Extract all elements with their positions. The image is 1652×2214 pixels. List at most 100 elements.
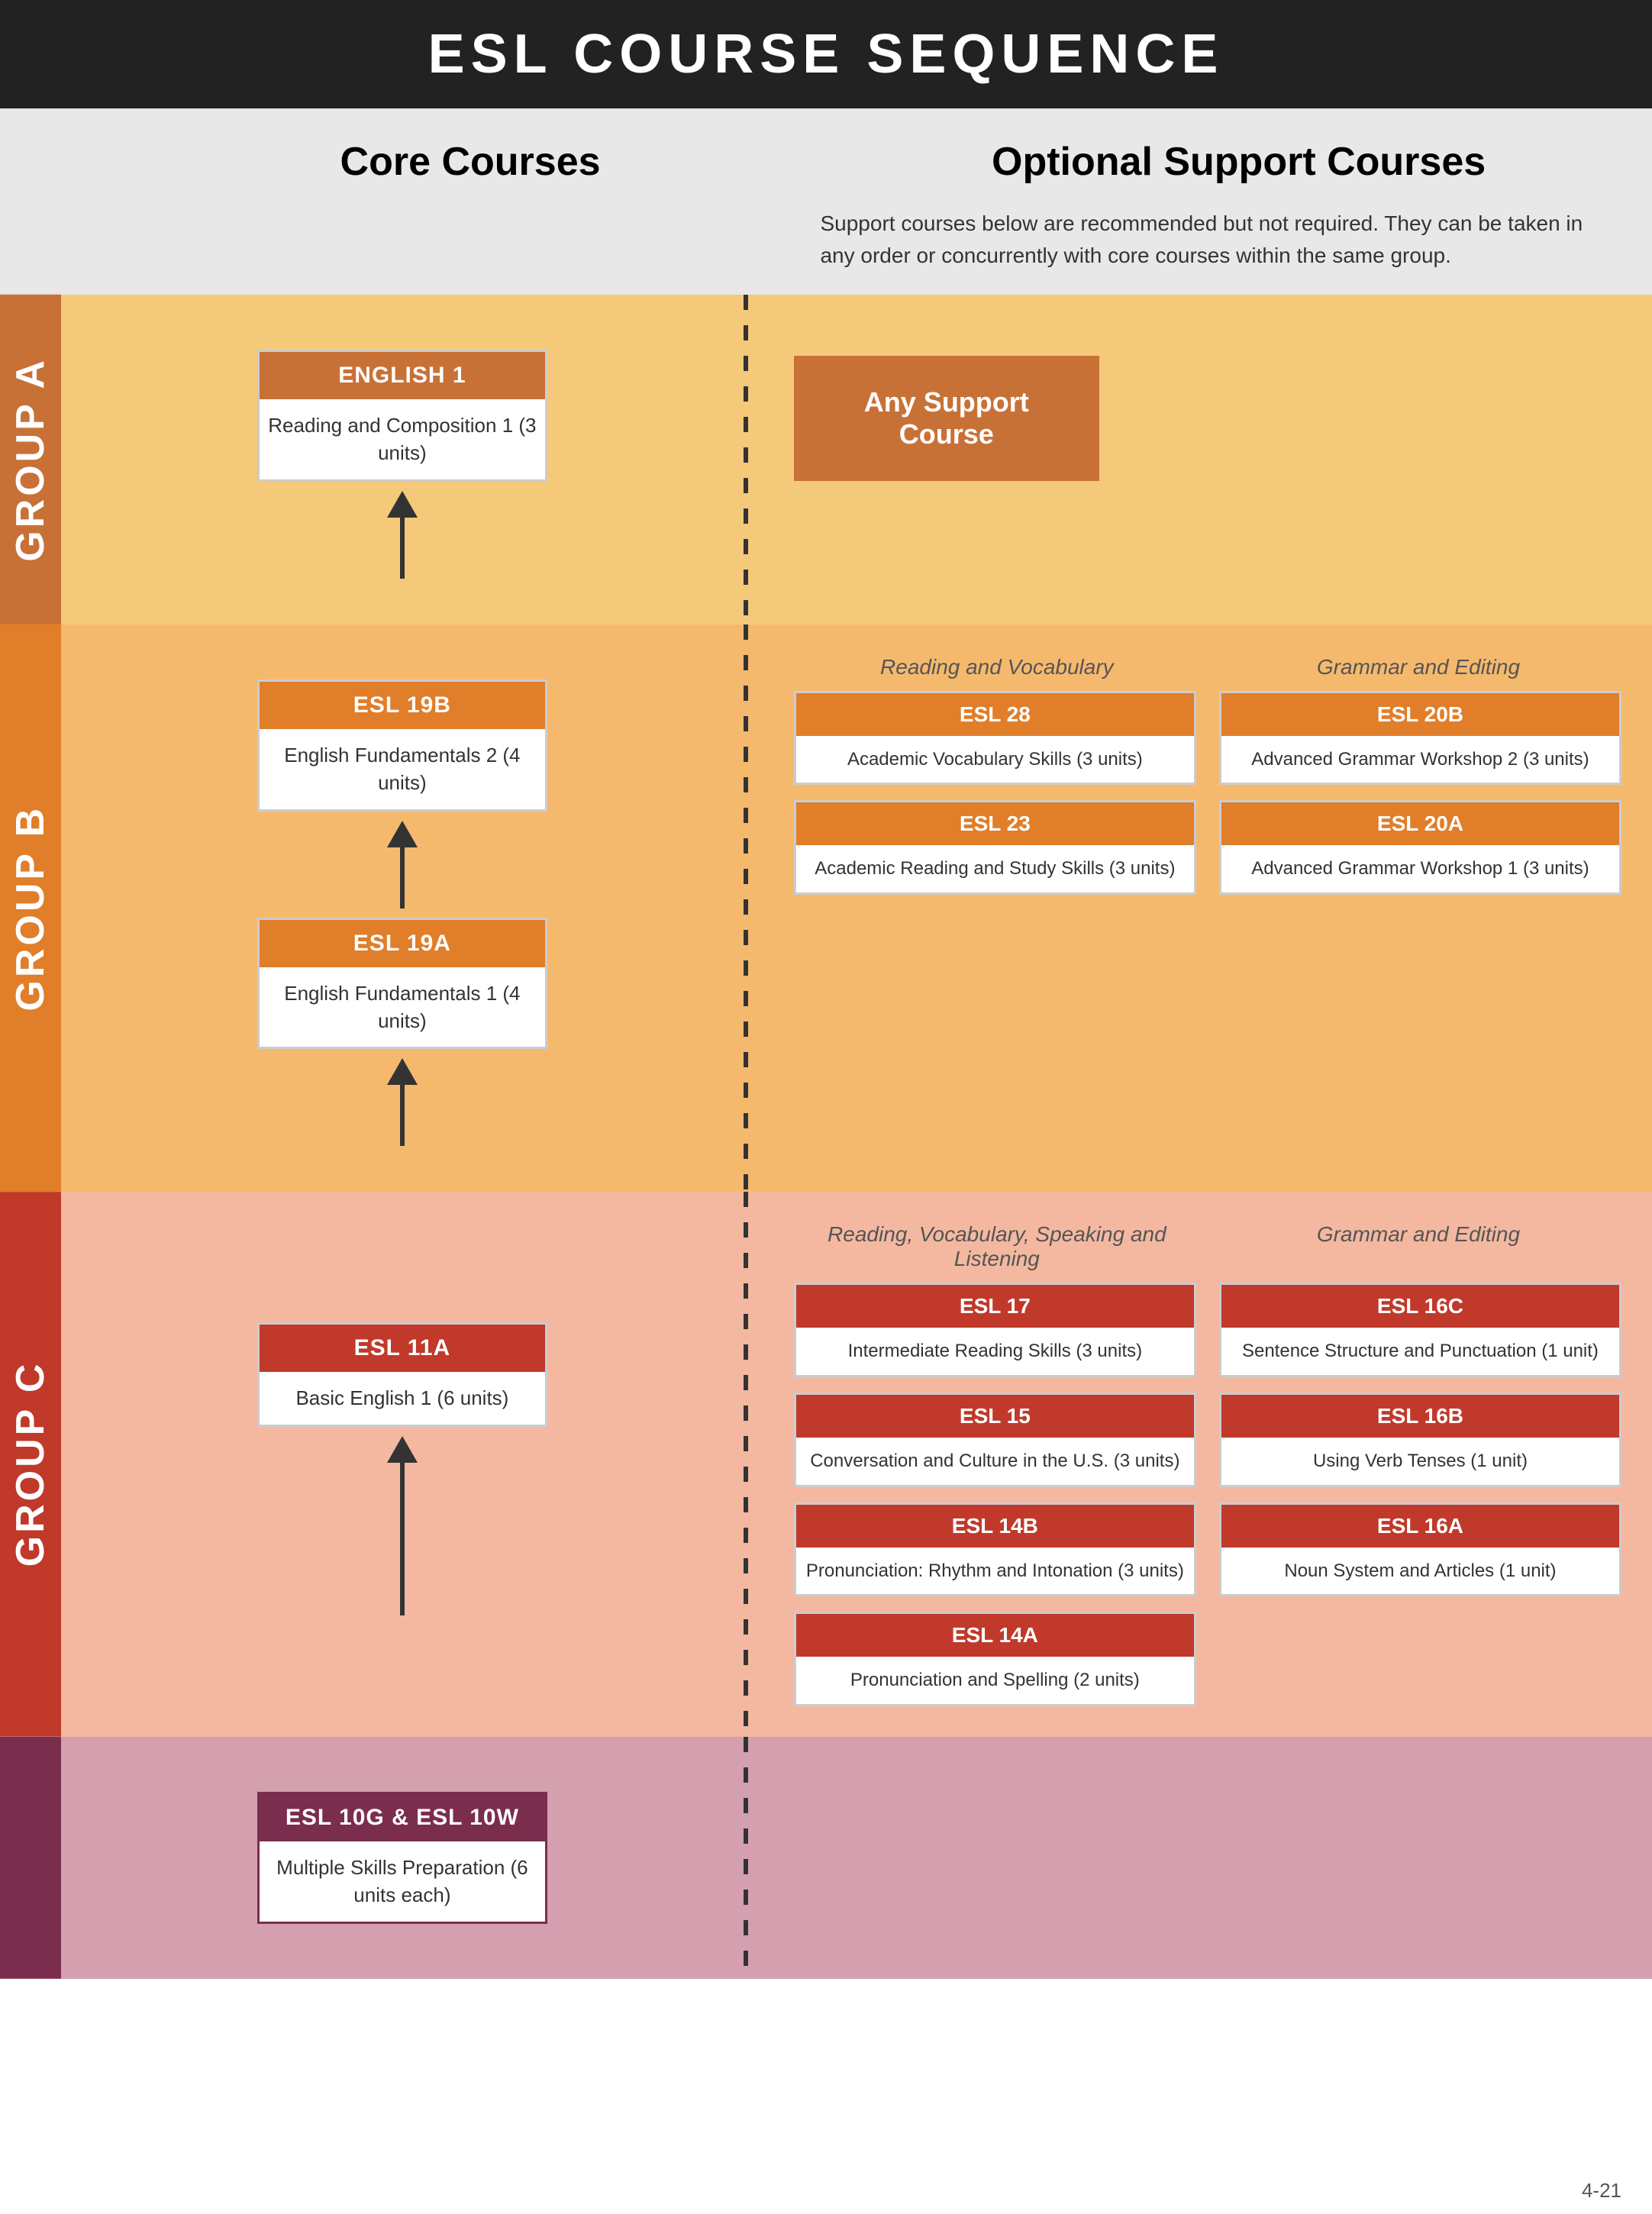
esl19b-title: ESL 19B [260, 682, 545, 729]
english1-box: ENGLISH 1 Reading and Composition 1 (3 u… [257, 350, 547, 482]
group-c-row: GROUP C ESL 11A Basic English 1 (6 units… [0, 1192, 1652, 1736]
arrowline [400, 1463, 405, 1615]
esl16b-box: ESL 16B Using Verb Tenses (1 unit) [1219, 1393, 1621, 1487]
footer: 4-21 [0, 2167, 1652, 2214]
esl14b-title: ESL 14B [796, 1505, 1194, 1548]
esl20b-box: ESL 20B Advanced Grammar Workshop 2 (3 u… [1219, 691, 1621, 786]
group-c-right-col: ESL 16C Sentence Structure and Punctuati… [1219, 1283, 1621, 1706]
footer-note: 4-21 [1582, 2179, 1621, 2202]
group-d-label [0, 1737, 61, 1979]
esl17-box: ESL 17 Intermediate Reading Skills (3 un… [794, 1283, 1196, 1377]
esl16a-box: ESL 16A Noun System and Articles (1 unit… [1219, 1502, 1621, 1597]
esl16c-title: ESL 16C [1221, 1285, 1619, 1328]
groups-container: GROUP A ENGLISH 1 Reading and Compositio… [0, 295, 1652, 2167]
optional-description: Support courses below are recommended bu… [774, 208, 1652, 272]
core-col-header: Core Courses [59, 139, 776, 185]
esl15-desc: Conversation and Culture in the U.S. (3 … [796, 1438, 1194, 1485]
arrowhead [387, 491, 418, 518]
esl19a-title: ESL 19A [260, 920, 545, 967]
any-support-box: Any Support Course [794, 356, 1099, 481]
optional-col-header: Optional Support Courses [779, 139, 1652, 185]
esl14a-desc: Pronunciation and Spelling (2 units) [796, 1657, 1194, 1704]
esl10-title: ESL 10G & ESL 10W [260, 1794, 545, 1841]
esl14a-title: ESL 14A [796, 1614, 1194, 1657]
page-title: ESL COURSE SEQUENCE [0, 23, 1652, 86]
group-a-core: ENGLISH 1 Reading and Composition 1 (3 u… [61, 295, 744, 625]
group-c-support-headers: Reading, Vocabulary, Speaking and Listen… [794, 1222, 1621, 1271]
esl20b-desc: Advanced Grammar Workshop 2 (3 units) [1221, 736, 1619, 783]
esl15-box: ESL 15 Conversation and Culture in the U… [794, 1393, 1196, 1487]
column-headers: Core Courses Optional Support Courses [0, 108, 1652, 200]
group-a-optional: Any Support Course [748, 295, 1652, 625]
group-a-label: GROUP A [0, 295, 61, 625]
esl19a-box: ESL 19A English Fundamentals 1 (4 units) [257, 918, 547, 1050]
esl10-box: ESL 10G & ESL 10W Multiple Skills Prepar… [257, 1792, 547, 1924]
esl14b-box: ESL 14B Pronunciation: Rhythm and Intona… [794, 1502, 1196, 1597]
group-b-left-col: ESL 28 Academic Vocabulary Skills (3 uni… [794, 691, 1196, 895]
esl20a-box: ESL 20A Advanced Grammar Workshop 1 (3 u… [1219, 800, 1621, 895]
esl23-box: ESL 23 Academic Reading and Study Skills… [794, 800, 1196, 895]
esl20a-desc: Advanced Grammar Workshop 1 (3 units) [1221, 845, 1619, 892]
group-b-left-header: Reading and Vocabulary [794, 655, 1200, 679]
group-d-optional [748, 1737, 1652, 1979]
esl14a-box: ESL 14A Pronunciation and Spelling (2 un… [794, 1612, 1196, 1706]
group-d-row: ESL 10G & ESL 10W Multiple Skills Prepar… [0, 1737, 1652, 1979]
arrow-a-to-b [387, 491, 418, 579]
arrowhead [387, 1058, 418, 1085]
esl28-title: ESL 28 [796, 693, 1194, 736]
esl10-desc: Multiple Skills Preparation (6 units eac… [260, 1841, 545, 1922]
esl28-box: ESL 28 Academic Vocabulary Skills (3 uni… [794, 691, 1196, 786]
group-b-row: GROUP B ESL 19B English Fundamentals 2 (… [0, 625, 1652, 1193]
arrowline [400, 847, 405, 909]
esl15-title: ESL 15 [796, 1395, 1194, 1438]
page: ESL COURSE SEQUENCE Core Courses Optiona… [0, 0, 1652, 2214]
group-b-core-stack: ESL 19B English Fundamentals 2 (4 units)… [92, 670, 713, 1147]
group-c-core-stack: ESL 11A Basic English 1 (6 units) [92, 1313, 713, 1615]
group-a-row: GROUP A ENGLISH 1 Reading and Compositio… [0, 295, 1652, 625]
esl20a-title: ESL 20A [1221, 802, 1619, 845]
esl19b-box: ESL 19B English Fundamentals 2 (4 units) [257, 679, 547, 812]
esl11a-desc: Basic English 1 (6 units) [260, 1372, 545, 1424]
group-b-support-grid: ESL 28 Academic Vocabulary Skills (3 uni… [794, 691, 1621, 895]
arrow-b-to-c [387, 1058, 418, 1146]
esl19b-desc: English Fundamentals 2 (4 units) [260, 729, 545, 809]
group-b-label: GROUP B [0, 625, 61, 1193]
group-d-core: ESL 10G & ESL 10W Multiple Skills Prepar… [61, 1737, 744, 1979]
arrowline [400, 1085, 405, 1146]
esl17-title: ESL 17 [796, 1285, 1194, 1328]
esl19a-desc: English Fundamentals 1 (4 units) [260, 967, 545, 1047]
group-b-right-header: Grammar and Editing [1215, 655, 1621, 679]
group-c-left-col: ESL 17 Intermediate Reading Skills (3 un… [794, 1283, 1196, 1706]
arrow-c-to-d [387, 1436, 418, 1615]
esl16c-desc: Sentence Structure and Punctuation (1 un… [1221, 1328, 1619, 1375]
group-c-core: ESL 11A Basic English 1 (6 units) [61, 1192, 744, 1736]
esl28-desc: Academic Vocabulary Skills (3 units) [796, 736, 1194, 783]
group-c-left-header: Reading, Vocabulary, Speaking and Listen… [794, 1222, 1200, 1271]
esl23-desc: Academic Reading and Study Skills (3 uni… [796, 845, 1194, 892]
group-c-label: GROUP C [0, 1192, 61, 1736]
group-c-optional: Reading, Vocabulary, Speaking and Listen… [748, 1192, 1652, 1736]
group-b-core: ESL 19B English Fundamentals 2 (4 units)… [61, 625, 744, 1193]
english1-desc: Reading and Composition 1 (3 units) [260, 399, 545, 479]
group-c-right-header: Grammar and Editing [1215, 1222, 1621, 1271]
esl20b-title: ESL 20B [1221, 693, 1619, 736]
esl16b-desc: Using Verb Tenses (1 unit) [1221, 1438, 1619, 1485]
arrowline [400, 518, 405, 579]
arrow-19a-to-19b [387, 821, 418, 909]
esl14b-desc: Pronunciation: Rhythm and Intonation (3 … [796, 1548, 1194, 1595]
group-b-support-headers: Reading and Vocabulary Grammar and Editi… [794, 655, 1621, 679]
page-header: ESL COURSE SEQUENCE [0, 0, 1652, 108]
esl16a-title: ESL 16A [1221, 1505, 1619, 1548]
esl16c-box: ESL 16C Sentence Structure and Punctuati… [1219, 1283, 1621, 1377]
arrowhead [387, 1436, 418, 1463]
group-b-right-col: ESL 20B Advanced Grammar Workshop 2 (3 u… [1219, 691, 1621, 895]
optional-subtext-row: Support courses below are recommended bu… [0, 200, 1652, 295]
esl11a-box: ESL 11A Basic English 1 (6 units) [257, 1322, 547, 1426]
esl16a-desc: Noun System and Articles (1 unit) [1221, 1548, 1619, 1595]
arrowhead [387, 821, 418, 847]
group-b-optional: Reading and Vocabulary Grammar and Editi… [748, 625, 1652, 1193]
esl17-desc: Intermediate Reading Skills (3 units) [796, 1328, 1194, 1375]
esl11a-title: ESL 11A [260, 1325, 545, 1372]
esl23-title: ESL 23 [796, 802, 1194, 845]
esl16b-title: ESL 16B [1221, 1395, 1619, 1438]
